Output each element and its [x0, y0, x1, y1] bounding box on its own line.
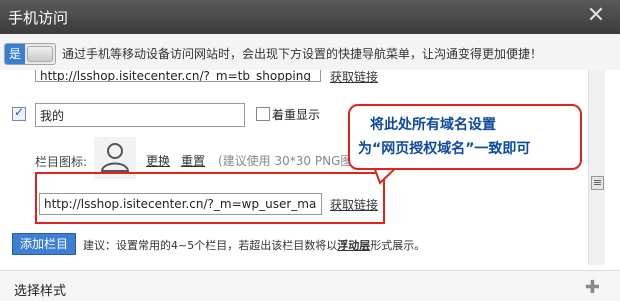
callout-line-1: 将此处所有域名设置 — [370, 117, 496, 133]
panel-scrollbar[interactable] — [588, 70, 605, 265]
add-column-button[interactable]: 添加栏目 — [12, 233, 76, 255]
scrollbar-grip-icon[interactable] — [591, 176, 604, 190]
callout-line-2: 为“网页授权域名”一致即可 — [358, 141, 531, 157]
suggestion-text: 建议：设置常用的4~5个栏目，若超出该栏目数将以浮动层形式展示。 — [83, 237, 425, 253]
suggestion-prefix: 建议：设置常用的4~5个栏目，若超出该栏目数将以 — [83, 239, 338, 252]
suggestion-bold: 浮动层 — [337, 239, 371, 252]
expand-plus-icon[interactable]: ✚ — [585, 277, 600, 298]
section-title: 选择样式 — [14, 284, 67, 299]
suggestion-suffix: 形式展示。 — [370, 239, 426, 252]
callout-box: 将此处所有域名设置 为“网页授权域名”一致即可 — [348, 104, 582, 170]
select-style-section[interactable]: 选择样式 ✚ — [0, 270, 620, 301]
